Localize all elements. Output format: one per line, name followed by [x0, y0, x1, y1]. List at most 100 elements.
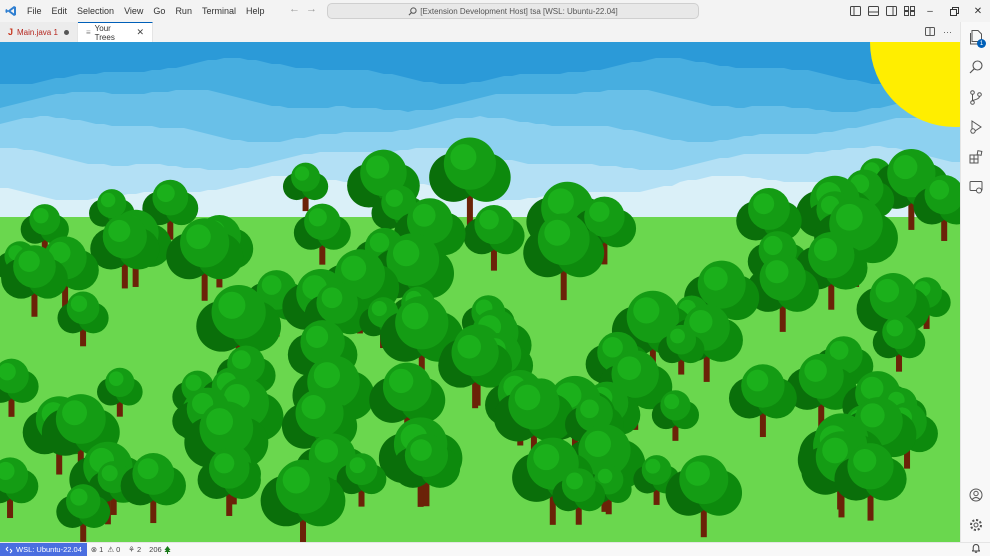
tree-foliage: [321, 287, 343, 309]
ports-count: 2: [136, 545, 142, 554]
tree-foliage: [670, 328, 685, 344]
explorer-icon[interactable]: 1: [961, 22, 990, 52]
tree-foliage: [597, 468, 613, 484]
tree-foliage: [369, 232, 390, 253]
tree-foliage: [186, 224, 211, 250]
tree-foliage: [533, 444, 560, 471]
menu-bar: File Edit Selection View Go Run Terminal…: [22, 0, 269, 22]
tree-foliage: [261, 275, 282, 295]
tree-foliage: [853, 448, 877, 473]
title-bar: File Edit Selection View Go Run Terminal…: [0, 0, 990, 22]
toggle-panel-icon[interactable]: [864, 0, 882, 22]
menu-edit[interactable]: Edit: [47, 0, 73, 22]
tree-foliage: [206, 408, 234, 436]
remote-label: WSL: Ubuntu-22.04: [16, 545, 82, 554]
ports-indicator[interactable]: ⚘ 2: [124, 545, 145, 554]
tree-count-indicator[interactable]: 206: [145, 545, 175, 554]
tree-foliage: [580, 399, 599, 419]
activity-bar: 1: [960, 22, 990, 542]
tree-foliage: [385, 189, 404, 207]
tree-foliage: [547, 188, 574, 215]
back-arrow-icon[interactable]: ←: [289, 3, 300, 15]
command-center-text: [Extension Development Host] tsa [WSL: U…: [420, 6, 618, 16]
menu-selection[interactable]: Selection: [72, 0, 119, 22]
tree-foliage: [365, 155, 390, 179]
menu-run[interactable]: Run: [170, 0, 197, 22]
tree-foliage: [544, 219, 571, 246]
preview-icon: ≡: [86, 28, 91, 37]
search-view-icon[interactable]: [961, 52, 990, 82]
search-icon: [408, 6, 417, 15]
accounts-icon[interactable]: [961, 480, 990, 510]
forward-arrow-icon[interactable]: →: [306, 3, 317, 15]
tree-foliage: [62, 400, 88, 426]
error-count: 1: [99, 545, 104, 554]
menu-help[interactable]: Help: [241, 0, 270, 22]
tree-foliage: [685, 461, 710, 486]
tree-foliage: [633, 297, 660, 324]
command-center[interactable]: [Extension Development Host] tsa [WSL: U…: [327, 3, 699, 19]
tree-foliage: [218, 291, 246, 319]
tree-foliage: [214, 453, 235, 474]
menu-view[interactable]: View: [119, 0, 148, 22]
vscode-logo-icon: [0, 0, 22, 22]
menu-file[interactable]: File: [22, 0, 47, 22]
tab-your-trees[interactable]: ≡ Your Trees ✕: [78, 22, 153, 42]
tree-foliage: [108, 219, 131, 242]
tree-foliage: [410, 439, 432, 461]
tree-foliage: [412, 203, 436, 227]
tree-foliage: [689, 309, 713, 334]
customize-layout-icon[interactable]: [900, 0, 918, 22]
tab-label: Main.java 1: [17, 27, 58, 37]
tree-foliage: [101, 465, 118, 482]
title-bar-controls: – ✕: [846, 0, 990, 22]
tree-foliage: [349, 457, 366, 474]
run-debug-icon[interactable]: [961, 112, 990, 142]
tree-foliage: [308, 208, 327, 227]
tree-foliage: [645, 458, 661, 474]
tree-foliage: [886, 319, 904, 337]
menu-terminal[interactable]: Terminal: [197, 0, 241, 22]
tree-foliage: [589, 201, 610, 222]
minimize-icon[interactable]: –: [918, 0, 942, 22]
tab-label: Your Trees: [94, 23, 115, 42]
tree-foliage: [457, 334, 482, 359]
tree-foliage: [18, 250, 40, 272]
tree-foliage: [314, 439, 339, 463]
manage-gear-icon[interactable]: [961, 510, 990, 540]
tree-foliage: [185, 374, 202, 391]
tree-foliage: [100, 192, 116, 208]
tree-foliage: [450, 144, 477, 171]
split-editor-icon[interactable]: [925, 26, 935, 38]
tree-foliage: [763, 235, 783, 256]
tab-main-java[interactable]: J Main.java 1: [0, 22, 78, 42]
tree-foliage: [584, 430, 612, 457]
unsaved-dot-icon[interactable]: [64, 29, 69, 35]
more-actions-icon[interactable]: ···: [943, 27, 952, 37]
tree-foliage: [137, 458, 159, 480]
tree-foliage: [156, 184, 175, 203]
remote-icon: [5, 546, 13, 553]
tree-foliage: [804, 359, 827, 382]
restore-icon[interactable]: [942, 0, 966, 22]
problems-indicator[interactable]: ⊗ 1 ⚠ 0: [87, 545, 124, 554]
toggle-secondary-sidebar-icon[interactable]: [882, 0, 900, 22]
tree-foliage: [753, 193, 775, 215]
extensions-icon[interactable]: [961, 142, 990, 172]
toggle-primary-sidebar-icon[interactable]: [846, 0, 864, 22]
error-icon: ⊗: [90, 545, 98, 554]
remote-explorer-icon[interactable]: [961, 172, 990, 202]
close-tab-icon[interactable]: ✕: [136, 27, 144, 38]
remote-indicator[interactable]: WSL: Ubuntu-22.04: [0, 542, 87, 556]
tree-foliage: [860, 403, 885, 428]
tree-foliage: [746, 369, 769, 392]
source-control-icon[interactable]: [961, 82, 990, 112]
forest-scene: [0, 42, 960, 542]
tree-foliage: [282, 466, 310, 494]
menu-go[interactable]: Go: [148, 0, 170, 22]
tree-foliage: [875, 278, 900, 303]
explorer-badge: 1: [977, 39, 986, 48]
notifications-bell-icon[interactable]: [971, 543, 981, 555]
close-window-icon[interactable]: ✕: [966, 0, 990, 22]
editor-tab-bar: J Main.java 1 ≡ Your Trees ✕ ···: [0, 22, 960, 42]
